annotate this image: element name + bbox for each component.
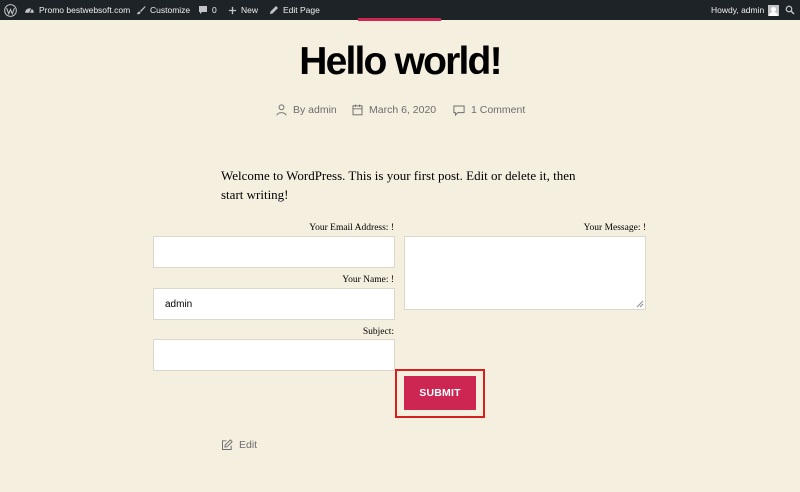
site-name-link[interactable]: Promo bestwebsoft.com bbox=[24, 0, 130, 20]
edit-page-label: Edit Page bbox=[283, 5, 320, 15]
post-date-label: March 6, 2020 bbox=[369, 104, 437, 116]
my-account-menu[interactable]: Howdy, admin bbox=[711, 0, 780, 20]
comment-icon bbox=[453, 105, 465, 116]
new-content-link[interactable]: New bbox=[228, 0, 258, 20]
message-label: Your Message: ! bbox=[583, 223, 646, 233]
howdy-label: Howdy, admin bbox=[711, 5, 765, 15]
post-comments-label: 1 Comment bbox=[471, 104, 526, 116]
post-body: Welcome to WordPress. This is your first… bbox=[221, 168, 576, 202]
edit-post-link[interactable]: Edit bbox=[221, 438, 257, 452]
plus-icon bbox=[228, 6, 237, 14]
dashboard-icon bbox=[25, 7, 34, 13]
edit-page-link[interactable]: Edit Page bbox=[269, 0, 320, 20]
search-icon bbox=[785, 5, 795, 15]
submit-button[interactable]: SUBMIT bbox=[404, 376, 476, 410]
post-comments-link[interactable]: 1 Comment bbox=[453, 102, 525, 118]
header-accent-bar bbox=[358, 18, 441, 21]
name-field[interactable] bbox=[153, 288, 395, 320]
post-author[interactable]: By admin bbox=[276, 102, 337, 118]
edit-icon bbox=[222, 439, 233, 450]
subject-field[interactable] bbox=[153, 339, 395, 371]
subject-label: Subject: bbox=[362, 327, 394, 337]
comments-link[interactable]: 0 bbox=[198, 0, 217, 20]
pencil-icon bbox=[270, 6, 278, 14]
message-textarea[interactable] bbox=[404, 236, 646, 310]
wordpress-logo-menu[interactable] bbox=[4, 0, 18, 20]
site-name-label: Promo bestwebsoft.com bbox=[39, 5, 131, 15]
admin-bar: Promo bestwebsoft.com Customize 0 New Ed… bbox=[0, 0, 800, 20]
post-author-label: By admin bbox=[293, 104, 337, 116]
edit-label: Edit bbox=[239, 439, 258, 451]
avatar bbox=[768, 4, 780, 16]
post-date[interactable]: March 6, 2020 bbox=[352, 102, 436, 118]
paintbrush-icon bbox=[136, 6, 146, 15]
page-title: Hello world! bbox=[299, 40, 502, 83]
name-label: Your Name: ! bbox=[342, 275, 394, 285]
comment-bubble-icon bbox=[199, 6, 207, 14]
comments-count: 0 bbox=[212, 5, 217, 15]
customize-label: Customize bbox=[150, 5, 191, 15]
customize-link[interactable]: Customize bbox=[136, 0, 190, 20]
user-icon bbox=[276, 104, 287, 116]
email-label: Your Email Address: ! bbox=[309, 223, 394, 233]
search-toggle[interactable] bbox=[785, 0, 795, 20]
resize-handle-icon[interactable] bbox=[636, 300, 644, 308]
calendar-icon bbox=[352, 104, 363, 116]
wordpress-icon bbox=[4, 3, 17, 17]
email-field[interactable] bbox=[153, 236, 395, 268]
new-label: New bbox=[241, 5, 259, 15]
